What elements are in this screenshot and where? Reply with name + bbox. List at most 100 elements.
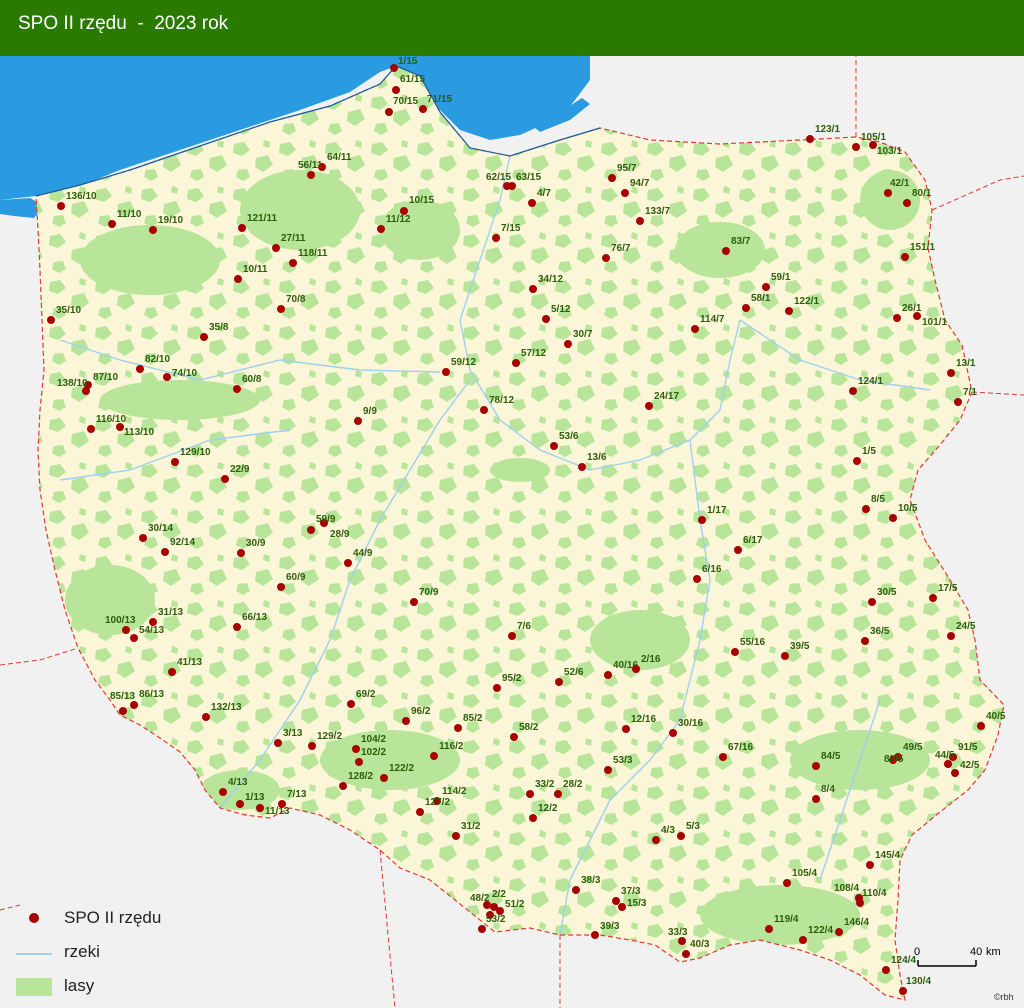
spo-point-marker[interactable] (108, 220, 116, 228)
spo-point-marker[interactable] (233, 623, 241, 631)
spo-point-marker[interactable] (947, 369, 955, 377)
spo-point-marker[interactable] (835, 928, 843, 936)
spo-point-marker[interactable] (122, 626, 130, 634)
spo-point-marker[interactable] (564, 340, 572, 348)
spo-point-marker[interactable] (352, 745, 360, 753)
spo-point-marker[interactable] (868, 598, 876, 606)
spo-point-marker[interactable] (237, 549, 245, 557)
spo-point-marker[interactable] (416, 808, 424, 816)
spo-point-marker[interactable] (852, 143, 860, 151)
spo-point-marker[interactable] (289, 259, 297, 267)
spo-point-marker[interactable] (234, 275, 242, 283)
spo-point-marker[interactable] (555, 678, 563, 686)
spo-point-marker[interactable] (765, 925, 773, 933)
spo-point-marker[interactable] (277, 583, 285, 591)
spo-point-marker[interactable] (869, 141, 877, 149)
spo-point-marker[interactable] (308, 742, 316, 750)
spo-point-marker[interactable] (354, 417, 362, 425)
spo-point-marker[interactable] (202, 713, 210, 721)
spo-point-marker[interactable] (542, 315, 550, 323)
spo-point-marker[interactable] (856, 899, 864, 907)
spo-point-marker[interactable] (390, 64, 398, 72)
spo-point-marker[interactable] (929, 594, 937, 602)
spo-point-marker[interactable] (762, 283, 770, 291)
spo-point-marker[interactable] (783, 879, 791, 887)
spo-point-marker[interactable] (554, 790, 562, 798)
spo-point-marker[interactable] (430, 752, 438, 760)
spo-point-marker[interactable] (57, 202, 65, 210)
spo-point-marker[interactable] (136, 365, 144, 373)
spo-point-marker[interactable] (492, 234, 500, 242)
spo-point-marker[interactable] (866, 861, 874, 869)
spo-point-marker[interactable] (47, 316, 55, 324)
spo-point-marker[interactable] (882, 966, 890, 974)
spo-point-marker[interactable] (645, 402, 653, 410)
spo-point-marker[interactable] (256, 804, 264, 812)
spo-point-marker[interactable] (493, 684, 501, 692)
spo-point-marker[interactable] (149, 226, 157, 234)
spo-point-marker[interactable] (510, 733, 518, 741)
spo-point-marker[interactable] (678, 937, 686, 945)
spo-point-marker[interactable] (618, 903, 626, 911)
spo-point-marker[interactable] (604, 671, 612, 679)
spo-point-marker[interactable] (221, 475, 229, 483)
spo-point-marker[interactable] (652, 836, 660, 844)
spo-point-marker[interactable] (719, 753, 727, 761)
spo-point-marker[interactable] (442, 368, 450, 376)
spo-point-marker[interactable] (161, 548, 169, 556)
spo-point-marker[interactable] (119, 707, 127, 715)
spo-point-marker[interactable] (168, 668, 176, 676)
spo-point-marker[interactable] (853, 457, 861, 465)
spo-point-marker[interactable] (862, 505, 870, 513)
spo-point-marker[interactable] (884, 189, 892, 197)
spo-point-marker[interactable] (901, 253, 909, 261)
spo-point-marker[interactable] (550, 442, 558, 450)
spo-point-marker[interactable] (578, 463, 586, 471)
spo-point-marker[interactable] (130, 634, 138, 642)
spo-point-marker[interactable] (200, 333, 208, 341)
spo-point-marker[interactable] (612, 897, 620, 905)
spo-point-marker[interactable] (385, 108, 393, 116)
spo-point-marker[interactable] (977, 722, 985, 730)
spo-point-marker[interactable] (806, 135, 814, 143)
spo-point-marker[interactable] (130, 701, 138, 709)
spo-point-marker[interactable] (903, 199, 911, 207)
spo-point-marker[interactable] (355, 758, 363, 766)
spo-point-marker[interactable] (402, 717, 410, 725)
spo-point-marker[interactable] (454, 724, 462, 732)
spo-point-marker[interactable] (480, 406, 488, 414)
spo-point-marker[interactable] (452, 832, 460, 840)
spo-point-marker[interactable] (163, 373, 171, 381)
spo-point-marker[interactable] (274, 739, 282, 747)
spo-point-marker[interactable] (139, 534, 147, 542)
spo-point-marker[interactable] (512, 359, 520, 367)
spo-point-marker[interactable] (572, 886, 580, 894)
spo-point-marker[interactable] (734, 546, 742, 554)
spo-point-marker[interactable] (272, 244, 280, 252)
spo-point-marker[interactable] (87, 425, 95, 433)
spo-point-marker[interactable] (785, 307, 793, 315)
spo-point-marker[interactable] (392, 86, 400, 94)
spo-point-marker[interactable] (861, 637, 869, 645)
spo-point-marker[interactable] (478, 925, 486, 933)
spo-point-marker[interactable] (410, 598, 418, 606)
spo-point-marker[interactable] (608, 174, 616, 182)
spo-point-marker[interactable] (889, 514, 897, 522)
spo-point-marker[interactable] (219, 788, 227, 796)
spo-point-marker[interactable] (812, 795, 820, 803)
spo-point-marker[interactable] (947, 632, 955, 640)
spo-point-marker[interactable] (682, 950, 690, 958)
spo-point-marker[interactable] (621, 189, 629, 197)
map-canvas[interactable]: 1/15 61/15 70/15 71/15 64/11 56/11 136/10 11/10… (0, 56, 1024, 1008)
spo-point-marker[interactable] (307, 526, 315, 534)
spo-point-marker[interactable] (377, 225, 385, 233)
spo-point-marker[interactable] (622, 725, 630, 733)
spo-point-marker[interactable] (529, 285, 537, 293)
spo-point-marker[interactable] (742, 304, 750, 312)
spo-point-marker[interactable] (339, 782, 347, 790)
spo-point-marker[interactable] (691, 325, 699, 333)
spo-point-marker[interactable] (591, 931, 599, 939)
spo-point-marker[interactable] (799, 936, 807, 944)
spo-point-marker[interactable] (236, 800, 244, 808)
spo-point-marker[interactable] (347, 700, 355, 708)
